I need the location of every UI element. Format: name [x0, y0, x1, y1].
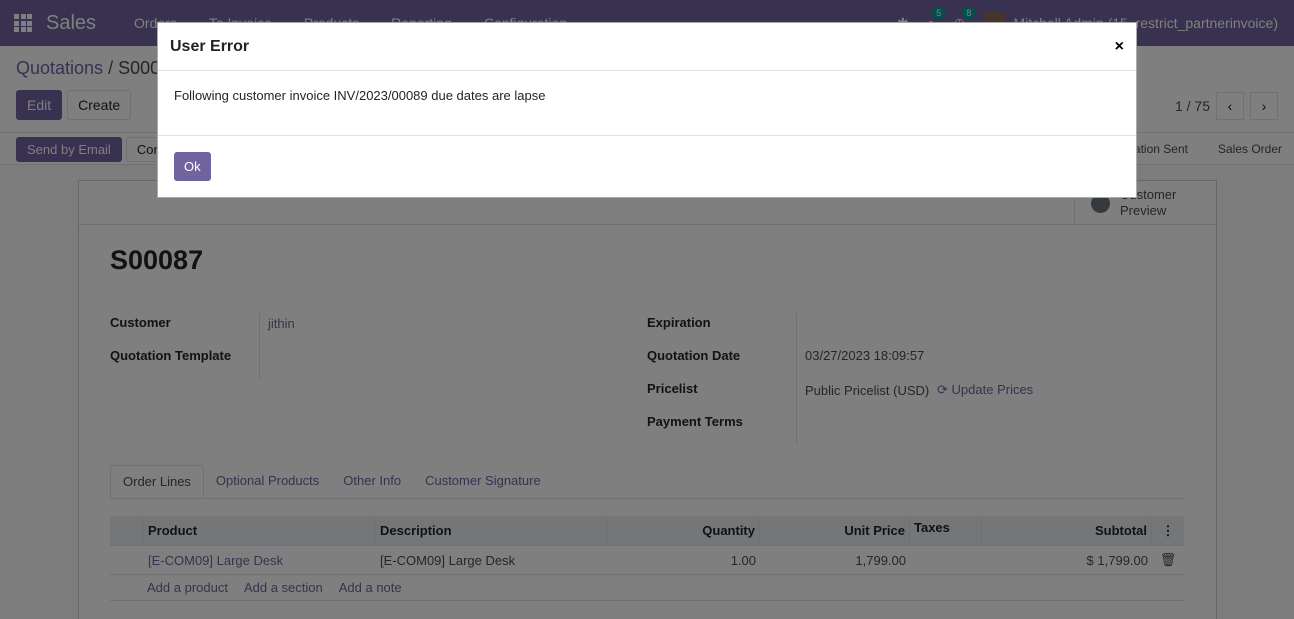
user-error-dialog: User Error × Following customer invoice … [157, 22, 1137, 198]
modal-title: User Error [170, 37, 250, 55]
modal-footer: Ok [158, 136, 1136, 197]
ok-button[interactable]: Ok [174, 152, 211, 181]
modal-header: User Error × [158, 23, 1136, 71]
error-message: Following customer invoice INV/2023/0008… [174, 88, 546, 103]
modal-body: Following customer invoice INV/2023/0008… [158, 71, 1136, 136]
close-icon[interactable]: × [1115, 38, 1124, 56]
